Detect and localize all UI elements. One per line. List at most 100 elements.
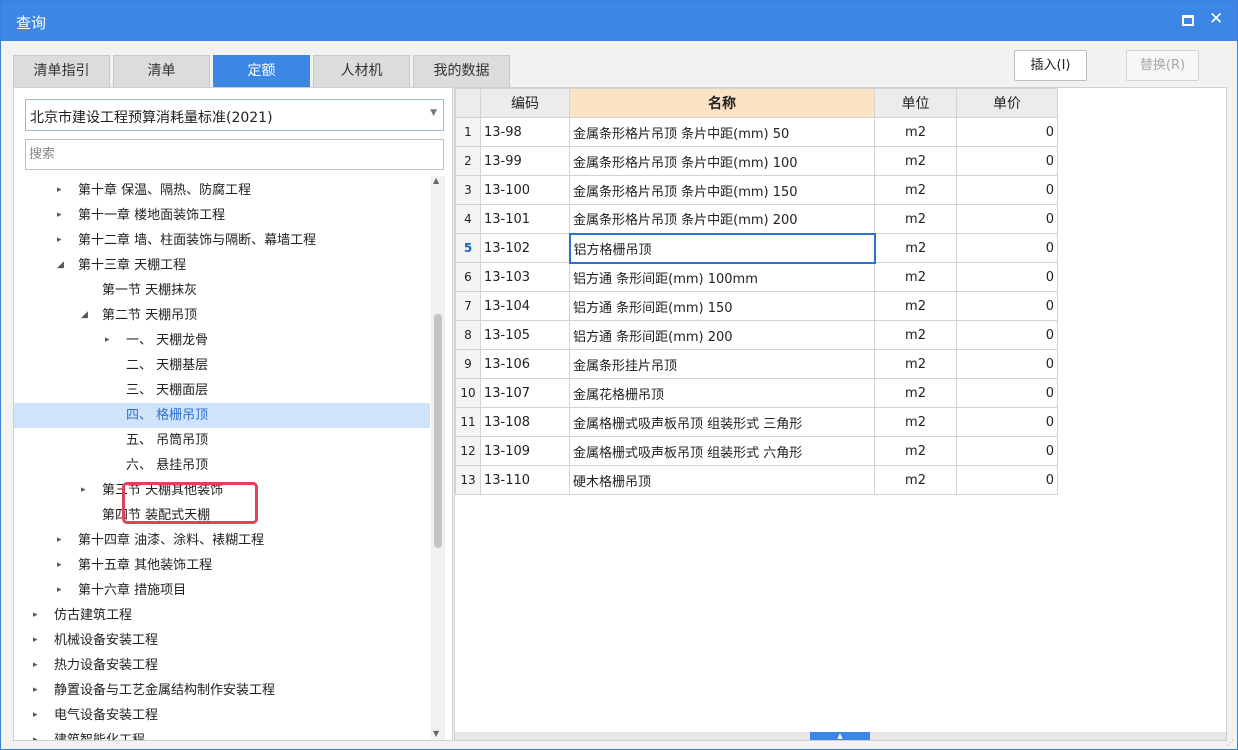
- row-number-cell[interactable]: 7: [455, 291, 481, 321]
- tree-node[interactable]: ▸ 第十六章 措施项目: [14, 578, 430, 603]
- expand-caret-icon[interactable]: ▸: [57, 578, 62, 603]
- tree-scrollbar[interactable]: ▲ ▼: [431, 176, 445, 740]
- table-row[interactable]: 6 13-103 铝方通 条形间距(mm) 100mm m2 0: [455, 262, 1058, 292]
- expand-caret-icon[interactable]: ▸: [57, 528, 62, 553]
- code-cell[interactable]: 13-101: [480, 204, 570, 234]
- unit-cell[interactable]: m2: [874, 291, 957, 321]
- row-number-cell[interactable]: 8: [455, 320, 481, 350]
- expand-caret-icon[interactable]: ▸: [33, 653, 38, 678]
- tab-3[interactable]: 人材机: [313, 55, 410, 87]
- tree-node[interactable]: ▸ 机械设备安装工程: [14, 628, 430, 653]
- code-cell[interactable]: 13-98: [480, 117, 570, 147]
- tree-node[interactable]: 六、 悬挂吊顶: [14, 453, 430, 478]
- expand-caret-icon[interactable]: ▸: [57, 203, 62, 228]
- tab-0[interactable]: 清单指引: [13, 55, 110, 87]
- code-cell[interactable]: 13-104: [480, 291, 570, 321]
- tree-node[interactable]: ▸ 第十四章 油漆、涂料、裱糊工程: [14, 528, 430, 553]
- tree-node[interactable]: 三、 天棚面层: [14, 378, 430, 403]
- unit-cell[interactable]: m2: [874, 320, 957, 350]
- price-cell[interactable]: 0: [956, 465, 1058, 495]
- unit-cell[interactable]: m2: [874, 146, 957, 176]
- unit-cell[interactable]: m2: [874, 204, 957, 234]
- tree-node[interactable]: ▸ 建筑智能化工程: [14, 728, 430, 740]
- maximize-icon[interactable]: [1182, 15, 1194, 26]
- close-icon[interactable]: ✕: [1209, 9, 1223, 29]
- price-cell[interactable]: 0: [956, 320, 1058, 350]
- tab-2[interactable]: 定额: [213, 55, 310, 87]
- tree-node[interactable]: ▸ 静置设备与工艺金属结构制作安装工程: [14, 678, 430, 703]
- tab-4[interactable]: 我的数据: [413, 55, 510, 87]
- name-cell[interactable]: 金属条形格片吊顶 条片中距(mm) 200: [569, 204, 875, 234]
- tree-node[interactable]: ▸ 电气设备安装工程: [14, 703, 430, 728]
- price-cell[interactable]: 0: [956, 117, 1058, 147]
- row-number-cell[interactable]: 12: [455, 436, 481, 466]
- expand-caret-icon[interactable]: ▸: [57, 178, 62, 203]
- search-input[interactable]: [26, 140, 443, 169]
- price-cell[interactable]: 0: [956, 349, 1058, 379]
- tree-node[interactable]: ◢ 第二节 天棚吊顶: [14, 303, 430, 328]
- name-cell[interactable]: 金属格栅式吸声板吊顶 组装形式 六角形: [569, 436, 875, 466]
- name-cell[interactable]: 金属条形格片吊顶 条片中距(mm) 50: [569, 117, 875, 147]
- table-row[interactable]: 12 13-109 金属格栅式吸声板吊顶 组装形式 六角形 m2 0: [455, 436, 1058, 466]
- row-number-cell[interactable]: 9: [455, 349, 481, 379]
- expand-caret-icon[interactable]: ▸: [33, 603, 38, 628]
- scrollbar-thumb[interactable]: [434, 314, 442, 548]
- col-header-unit[interactable]: 单位: [874, 88, 957, 118]
- row-number-cell[interactable]: 13: [455, 465, 481, 495]
- name-cell[interactable]: 铝方通 条形间距(mm) 200: [569, 320, 875, 350]
- name-cell[interactable]: 金属条形格片吊顶 条片中距(mm) 100: [569, 146, 875, 176]
- unit-cell[interactable]: m2: [874, 378, 957, 408]
- row-number-cell[interactable]: 3: [455, 175, 481, 205]
- expand-caret-icon[interactable]: ▸: [33, 678, 38, 703]
- name-cell[interactable]: 铝方通 条形间距(mm) 150: [569, 291, 875, 321]
- row-number-cell[interactable]: 1: [455, 117, 481, 147]
- table-row[interactable]: 5 13-102 铝方格栅吊顶 m2 0: [455, 232, 1058, 264]
- expand-caret-icon[interactable]: ▸: [81, 478, 86, 503]
- table-row[interactable]: 11 13-108 金属格栅式吸声板吊顶 组装形式 三角形 m2 0: [455, 407, 1058, 437]
- tree-node[interactable]: ▸ 第十五章 其他装饰工程: [14, 553, 430, 578]
- price-cell[interactable]: 0: [956, 175, 1058, 205]
- collapse-caret-icon[interactable]: ◢: [57, 253, 64, 278]
- price-cell[interactable]: 0: [956, 291, 1058, 321]
- table-scrollbar[interactable]: ▲: [455, 732, 1226, 740]
- price-cell[interactable]: 0: [956, 436, 1058, 466]
- table-row[interactable]: 4 13-101 金属条形格片吊顶 条片中距(mm) 200 m2 0: [455, 204, 1058, 234]
- unit-cell[interactable]: m2: [874, 175, 957, 205]
- expand-caret-icon[interactable]: ▸: [33, 628, 38, 653]
- scroll-up-icon[interactable]: ▲: [433, 176, 439, 185]
- row-number-cell[interactable]: 2: [455, 146, 481, 176]
- scroll-expand-icon[interactable]: ▲: [810, 732, 870, 740]
- unit-cell[interactable]: m2: [874, 407, 957, 437]
- search-field[interactable]: [25, 139, 444, 170]
- table-row[interactable]: 13 13-110 硬木格栅吊顶 m2 0: [455, 465, 1058, 495]
- code-cell[interactable]: 13-109: [480, 436, 570, 466]
- unit-cell[interactable]: m2: [874, 436, 957, 466]
- name-cell[interactable]: 金属格栅式吸声板吊顶 组装形式 三角形: [569, 407, 875, 437]
- row-number-cell[interactable]: 11: [455, 407, 481, 437]
- unit-cell[interactable]: m2: [874, 465, 957, 495]
- row-number-cell[interactable]: 10: [455, 378, 481, 408]
- name-cell[interactable]: 金属条形格片吊顶 条片中距(mm) 150: [569, 175, 875, 205]
- code-cell[interactable]: 13-108: [480, 407, 570, 437]
- name-cell[interactable]: 金属花格栅吊顶: [569, 378, 875, 408]
- table-row[interactable]: 1 13-98 金属条形格片吊顶 条片中距(mm) 50 m2 0: [455, 117, 1058, 147]
- table-row[interactable]: 8 13-105 铝方通 条形间距(mm) 200 m2 0: [455, 320, 1058, 350]
- expand-caret-icon[interactable]: ▸: [33, 703, 38, 728]
- price-cell[interactable]: 0: [956, 204, 1058, 234]
- expand-caret-icon[interactable]: ▸: [33, 728, 38, 740]
- table-row[interactable]: 3 13-100 金属条形格片吊顶 条片中距(mm) 150 m2 0: [455, 175, 1058, 205]
- scroll-down-icon[interactable]: ▼: [433, 729, 439, 738]
- price-cell[interactable]: 0: [956, 407, 1058, 437]
- tree-node[interactable]: 五、 吊筒吊顶: [14, 428, 430, 453]
- name-cell[interactable]: 铝方通 条形间距(mm) 100mm: [569, 262, 875, 292]
- code-cell[interactable]: 13-103: [480, 262, 570, 292]
- code-cell[interactable]: 13-106: [480, 349, 570, 379]
- price-cell[interactable]: 0: [956, 233, 1058, 263]
- tree-node[interactable]: ▸ 第十二章 墙、柱面装饰与隔断、幕墙工程: [14, 228, 430, 253]
- code-cell[interactable]: 13-100: [480, 175, 570, 205]
- unit-cell[interactable]: m2: [874, 117, 957, 147]
- tree-node[interactable]: ▸ 第十章 保温、隔热、防腐工程: [14, 178, 430, 203]
- tree-node[interactable]: 四、 格栅吊顶: [14, 403, 430, 428]
- resize-grip-icon[interactable]: ⋰: [1226, 738, 1234, 747]
- expand-caret-icon[interactable]: ▸: [57, 228, 62, 253]
